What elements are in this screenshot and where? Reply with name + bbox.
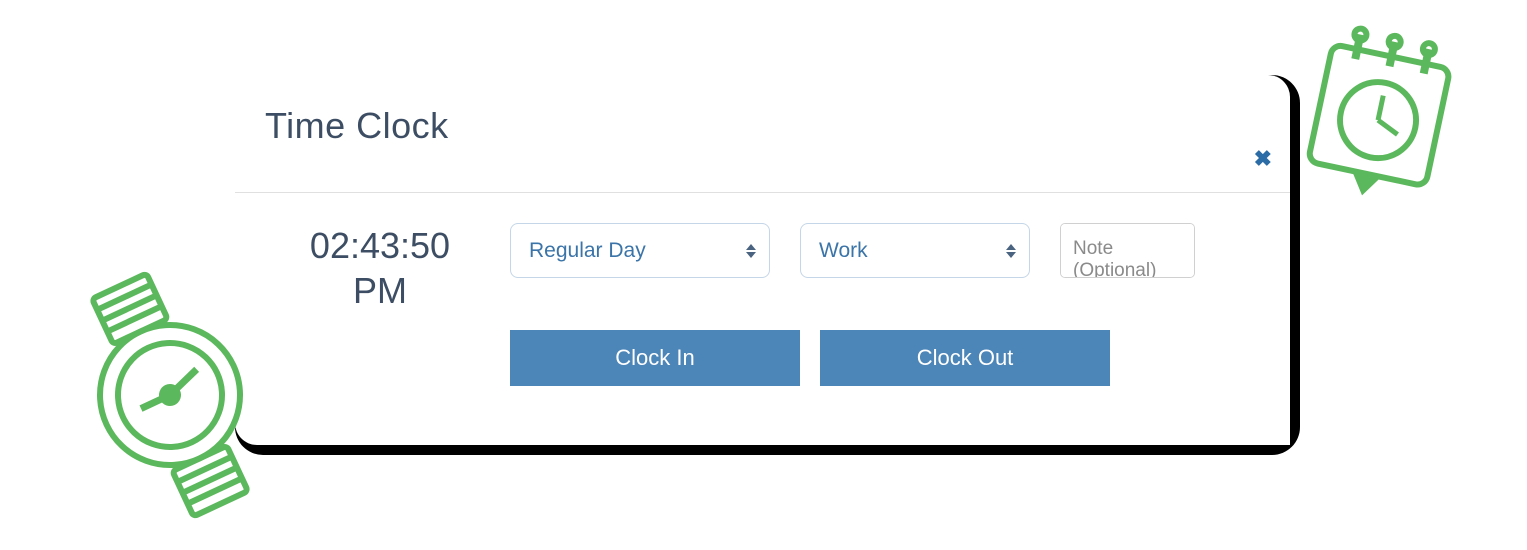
clock-in-button[interactable]: Clock In [510,330,800,386]
clock-out-button[interactable]: Clock Out [820,330,1110,386]
time-clock-card: Time Clock ✖ 02:43:50 PM Regular Day [235,75,1290,445]
time-value: 02:43:50 [310,225,450,266]
card-body: 02:43:50 PM Regular Day [235,193,1290,386]
wristwatch-icon [70,265,270,530]
day-type-select-wrap: Regular Day [510,223,770,278]
activity-select-wrap: Work [800,223,1030,278]
card-header: Time Clock ✖ [235,75,1290,193]
current-time-display: 02:43:50 PM [280,223,480,313]
note-field[interactable] [1060,223,1195,278]
calendar-clock-icon [1287,25,1467,230]
page-title: Time Clock [265,105,1290,147]
time-period: PM [353,270,407,311]
close-icon[interactable]: ✖ [1254,148,1272,170]
day-type-select[interactable]: Regular Day [510,223,770,278]
activity-select[interactable]: Work [800,223,1030,278]
